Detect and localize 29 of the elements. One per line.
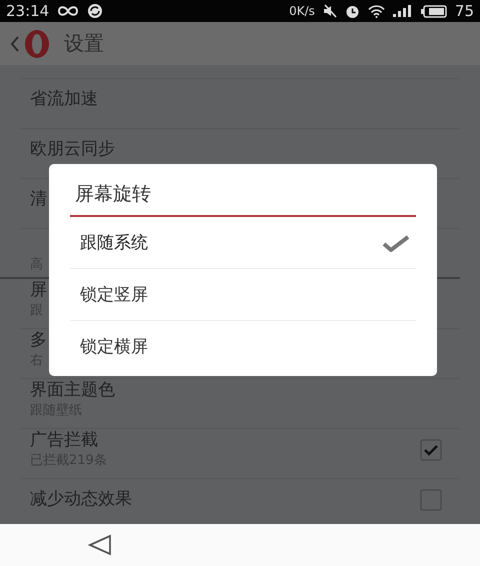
battery-level: 75 [454,2,474,20]
option-item[interactable]: 锁定竖屏 [70,269,416,321]
logo-icon [24,28,50,58]
setting-title: 多 [30,330,47,352]
checkbox[interactable] [420,488,442,510]
option-item[interactable]: 跟随系统 [70,217,416,269]
option-item[interactable]: 锁定横屏 [70,321,416,372]
signal-icon [392,5,413,17]
setting-title: 清 [30,188,47,210]
battery-icon [420,4,447,18]
dialog-title: 屏幕旋转 [75,182,152,207]
check-icon [382,234,410,252]
mute-icon [322,4,337,18]
infinity-icon [57,5,80,17]
setting-title: 减少动态效果 [30,488,132,510]
settings-item[interactable]: 省流加速 [20,79,460,129]
clock: 23:14 [6,2,50,20]
setting-title: 广告拦截 [30,430,99,452]
wifi-icon [368,4,385,18]
back-icon[interactable] [88,534,112,556]
network-speed: 0K/s [289,4,315,18]
setting-title: 欧朋云同步 [30,138,115,160]
page-title: 设置 [64,30,104,57]
sync-icon [87,3,104,19]
setting-title: 省流加速 [30,88,98,110]
setting-title: 界面主题色 [30,380,115,402]
setting-title: 屏 [30,280,47,302]
checkbox[interactable] [420,438,442,460]
alarm-icon [344,4,360,18]
